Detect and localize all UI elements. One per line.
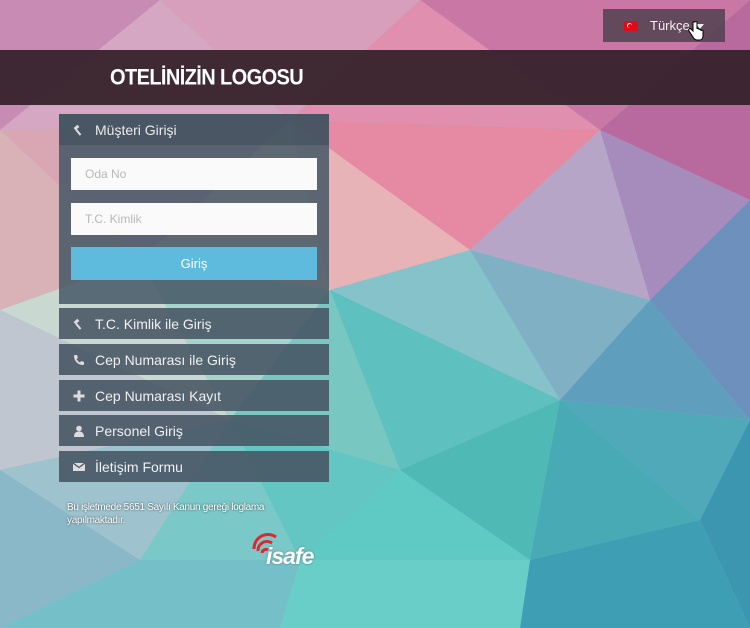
menu-item-label: T.C. Kimlik ile Giriş: [95, 315, 212, 332]
room-number-input[interactable]: [71, 158, 317, 190]
menu-item-label: Cep Numarası Kayıt: [95, 387, 222, 404]
isafe-brand-text: isafe: [266, 543, 314, 569]
hotel-logo: OTELİNİZİN LOGOSU: [110, 65, 304, 91]
language-selector[interactable]: Türkçe: [603, 9, 725, 42]
isafe-logo: isafe: [250, 531, 314, 576]
menu-item-label: Cep Numarası ile Giriş: [95, 351, 236, 368]
customer-login-header[interactable]: Müşteri Girişi: [59, 114, 329, 146]
legal-notice: Bu işletmede 5651 Sayılı Kanun gereği lo…: [67, 502, 265, 526]
user-icon: [72, 424, 86, 438]
envelope-icon: [72, 460, 86, 474]
customer-login-panel: Müşteri Girişi Giriş: [59, 114, 329, 304]
menu-item-label: İletişim Formu: [95, 458, 183, 475]
phone-icon: [72, 353, 86, 367]
menu-item-label: Personel Giriş: [95, 422, 183, 439]
language-label: Türkçe: [650, 18, 690, 33]
menu-item-tc-id-login[interactable]: T.C. Kimlik ile Giriş: [59, 308, 329, 339]
menu-item-phone-login[interactable]: Cep Numarası ile Giriş: [59, 344, 329, 375]
hand-cursor-icon: [688, 21, 704, 41]
customer-login-title: Müşteri Girişi: [95, 121, 177, 138]
plus-icon: [72, 389, 86, 403]
gavel-icon: [72, 317, 86, 331]
header-bar: OTELİNİZİN LOGOSU: [0, 50, 750, 105]
menu-item-staff-login[interactable]: Personel Giriş: [59, 415, 329, 446]
tc-id-input[interactable]: [71, 203, 317, 235]
gavel-icon: [72, 123, 86, 137]
turkey-flag-icon: [624, 20, 638, 31]
login-button[interactable]: Giriş: [71, 247, 317, 280]
menu-item-contact-form[interactable]: İletişim Formu: [59, 451, 329, 482]
menu-item-phone-register[interactable]: Cep Numarası Kayıt: [59, 380, 329, 411]
